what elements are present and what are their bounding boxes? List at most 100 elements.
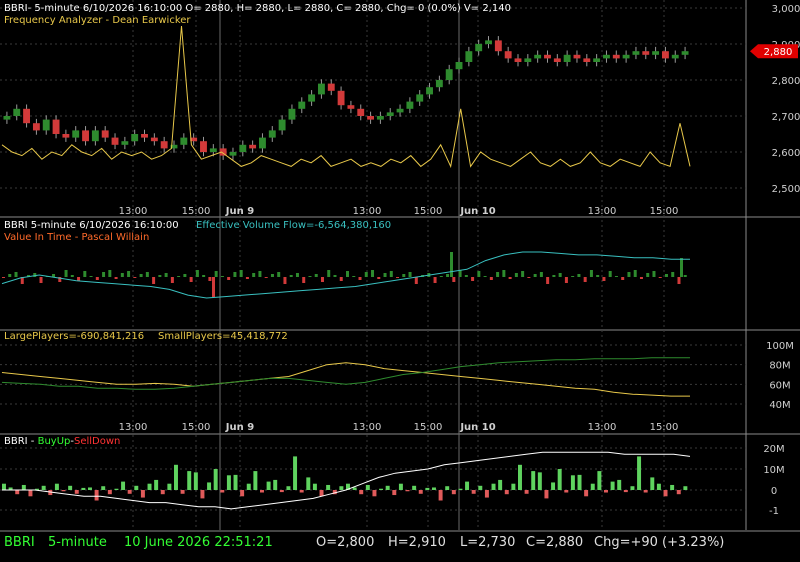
selldown-bar <box>471 490 476 494</box>
volume-bar-up <box>89 276 93 277</box>
buyup-bar <box>637 456 642 490</box>
buyup-bar <box>293 456 298 490</box>
candle-up <box>131 134 139 142</box>
buyup-bar <box>412 485 417 490</box>
volume-bar-up <box>108 270 112 277</box>
volume-bar-up <box>446 274 450 277</box>
volume-bar-up <box>202 275 206 277</box>
price-axis-tick: 3,000 <box>772 4 800 15</box>
buyup-bar <box>531 471 536 490</box>
buyup-bar <box>557 469 562 490</box>
volume-bar-up <box>14 272 18 277</box>
selldown-bar <box>584 490 589 497</box>
selldown-bar <box>405 490 410 492</box>
players-axis-tick: 60M <box>769 380 790 391</box>
candle-up <box>681 51 689 55</box>
volume-bar-up <box>539 272 543 277</box>
volume-bar-up <box>64 270 68 277</box>
buyup-bar <box>253 471 258 490</box>
volume-bar-down <box>677 277 681 284</box>
volume-bar-up <box>383 273 387 277</box>
buyup-bar <box>650 477 655 490</box>
candle-up <box>485 40 492 44</box>
candle-down <box>357 108 365 116</box>
volume-bar-up <box>458 270 462 277</box>
volume-bar-up <box>558 273 562 277</box>
volume-bar-down <box>264 277 268 278</box>
volume-spike-bar <box>212 277 215 297</box>
panel3-date-label: 13:00 <box>119 422 148 433</box>
volume-bar-down <box>583 277 587 282</box>
volume-bar-down <box>527 277 531 278</box>
selldown-bar <box>372 490 377 497</box>
panel2-flow-label: Effective Volume Flow=-6,564,380,160 <box>196 220 391 231</box>
volume-bar-up <box>102 272 106 277</box>
selldown-bar <box>74 490 79 494</box>
volume-bar-up <box>596 275 600 277</box>
panel3-date-label: 15:00 <box>650 422 679 433</box>
price-axis-tick: 2,600 <box>772 148 800 159</box>
buyup-bar <box>491 483 496 490</box>
selldown-bar <box>524 490 529 494</box>
buyup-bar <box>597 471 602 490</box>
panel1-date-label: Jun 10 <box>459 206 495 217</box>
candle-up <box>475 44 483 52</box>
buyup-bar <box>577 474 582 490</box>
selldown-bar <box>127 490 132 494</box>
volume-bar-up <box>652 271 656 277</box>
volume-bar-down <box>283 277 287 284</box>
buyup-bar <box>432 487 436 490</box>
candle-down <box>82 130 89 142</box>
buyup-bar <box>365 484 370 490</box>
panel1-date-label: 13:00 <box>588 206 617 217</box>
buyup-bar <box>121 481 126 490</box>
buyup-bar <box>41 485 46 490</box>
selldown-bar <box>623 490 628 493</box>
buyup-bar <box>425 487 430 490</box>
volume-bar-up <box>183 274 187 277</box>
selldown-bar <box>484 490 489 498</box>
buyup-bar <box>114 488 119 490</box>
buyup-bar <box>286 486 291 490</box>
status-change: Chg=+90 (+3.23%) <box>594 535 725 550</box>
volume-bar-up <box>389 271 393 277</box>
selldown-bar <box>61 490 66 492</box>
volume-bar-down <box>133 277 137 278</box>
large-players-label: LargePlayers=-690,841,216 <box>4 331 144 342</box>
candle-down <box>101 130 109 138</box>
selldown-bar <box>15 490 20 495</box>
selldown-bar <box>319 490 324 497</box>
volume-bar-up <box>646 273 650 277</box>
volume-bar-up <box>252 273 256 277</box>
players-axis-tick: 100M <box>766 341 794 352</box>
buyup-bar <box>21 484 26 490</box>
large-players-line <box>1 362 690 397</box>
candle-up <box>652 51 660 55</box>
candle-up <box>72 130 80 138</box>
stock-chart[interactable]: 3,0002,9002,8002,7002,6002,5002,880BBRI-… <box>0 0 800 562</box>
volume-bar-down <box>414 277 418 284</box>
candle-up <box>180 137 188 145</box>
candle-up <box>278 119 286 131</box>
selldown-bar <box>240 490 245 497</box>
buyup-bar <box>68 485 73 490</box>
volume-bar-down <box>302 277 306 283</box>
volume-bar-up <box>308 276 312 277</box>
candle-down <box>150 137 158 142</box>
selldown-bar <box>544 490 549 499</box>
panel1-date-label: 15:00 <box>650 206 679 217</box>
candle-up <box>91 130 99 142</box>
volume-bar-up <box>258 271 262 277</box>
candle-up <box>239 144 247 152</box>
panel1-subheader: Frequency Analyzer - Dean Earwicker <box>4 15 191 26</box>
candle-down <box>337 90 345 106</box>
volume-bar-down <box>339 277 343 281</box>
candle-down <box>327 83 335 91</box>
candle-down <box>160 141 168 149</box>
candle-down <box>367 116 375 120</box>
buyup-axis-tick: 10M <box>763 465 784 476</box>
volume-bar-down <box>227 277 231 280</box>
selldown-bar <box>260 490 264 493</box>
players-axis-tick: 80M <box>769 361 790 372</box>
candle-down <box>612 54 620 59</box>
